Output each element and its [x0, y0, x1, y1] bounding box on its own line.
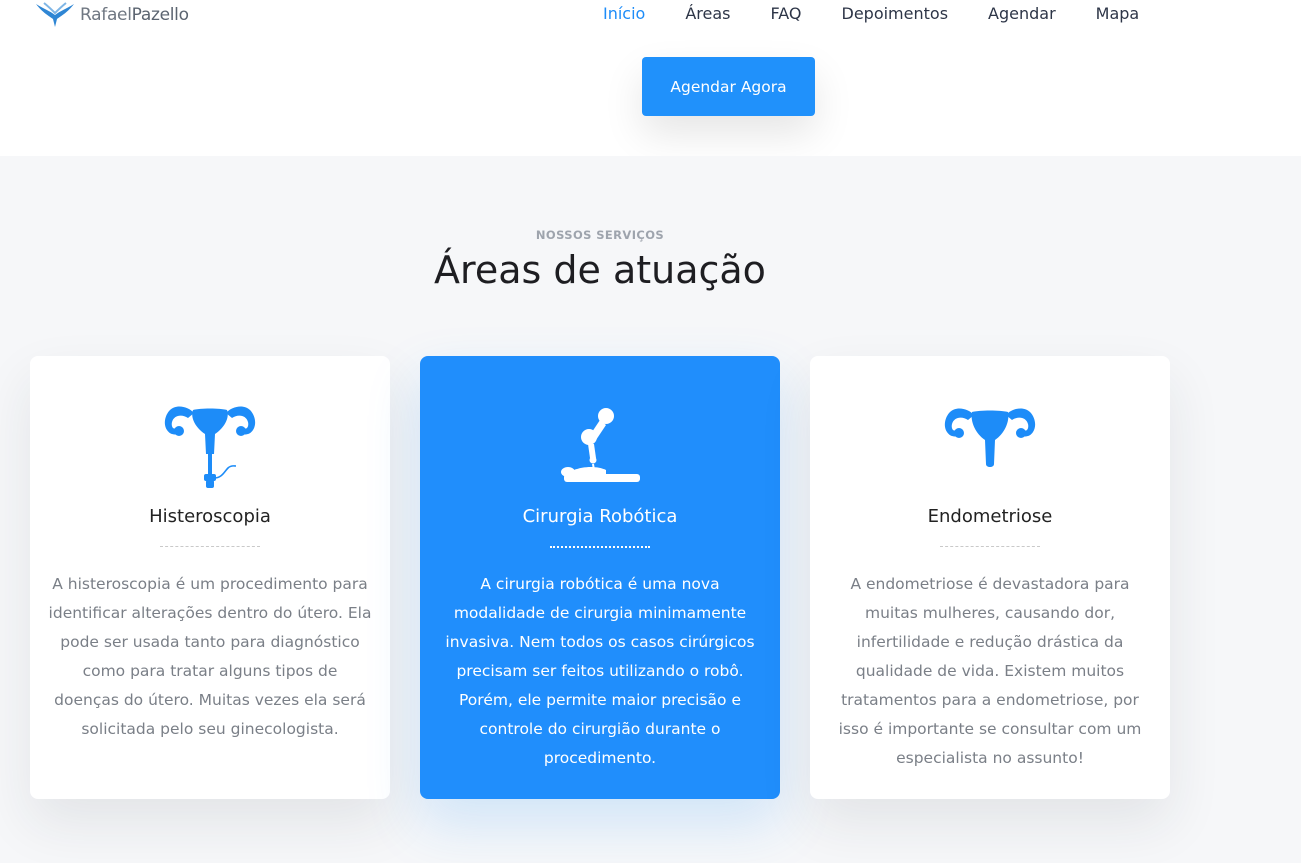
nav-item-mapa[interactable]: Mapa	[1096, 0, 1140, 28]
card-divider	[550, 546, 650, 548]
uterus-speculum-icon	[164, 406, 256, 488]
service-card-endometriose[interactable]: Endometriose A endometriose é devastador…	[810, 356, 1170, 799]
nav-item-agendar[interactable]: Agendar	[988, 0, 1056, 28]
rp-logo-icon	[36, 2, 74, 27]
robotic-surgery-icon	[561, 408, 640, 482]
site-header: RafaelPazello Início Áreas FAQ Depoiment…	[0, 0, 1301, 156]
nav-item-depoimentos[interactable]: Depoimentos	[842, 0, 949, 28]
service-card-histeroscopia[interactable]: Histeroscopia A histeroscopia é um proce…	[30, 356, 390, 799]
services-section: NOSSOS SERVIÇOS Áreas de atuação Histero…	[0, 156, 1301, 863]
service-card-title: Histeroscopia	[149, 506, 271, 527]
schedule-now-button[interactable]: Agendar Agora	[642, 57, 815, 116]
nav-item-inicio[interactable]: Início	[603, 0, 645, 28]
service-card-title: Endometriose	[927, 506, 1053, 527]
nav-item-faq[interactable]: FAQ	[771, 0, 802, 28]
brand-name: RafaelPazello	[80, 5, 189, 25]
section-title: Áreas de atuação	[434, 248, 766, 292]
service-card-cirurgia-robotica[interactable]: Cirurgia Robótica A cirurgia robótica é …	[420, 356, 780, 799]
main-nav: Início Áreas FAQ Depoimentos Agendar Map…	[603, 0, 1179, 28]
nav-item-areas[interactable]: Áreas	[685, 0, 730, 28]
uterus-icon	[944, 408, 1036, 467]
service-card-description: A histeroscopia é um procedimento para i…	[48, 575, 372, 738]
service-card-description: A endometriose é devastadora para muitas…	[838, 575, 1142, 767]
card-divider	[940, 546, 1040, 547]
brand-logo[interactable]: RafaelPazello	[34, 0, 189, 30]
service-card-title: Cirurgia Robótica	[522, 506, 678, 527]
section-eyebrow: NOSSOS SERVIÇOS	[535, 228, 665, 242]
service-card-description: A cirurgia robótica é uma nova modalidad…	[445, 575, 755, 767]
card-divider	[160, 546, 260, 547]
